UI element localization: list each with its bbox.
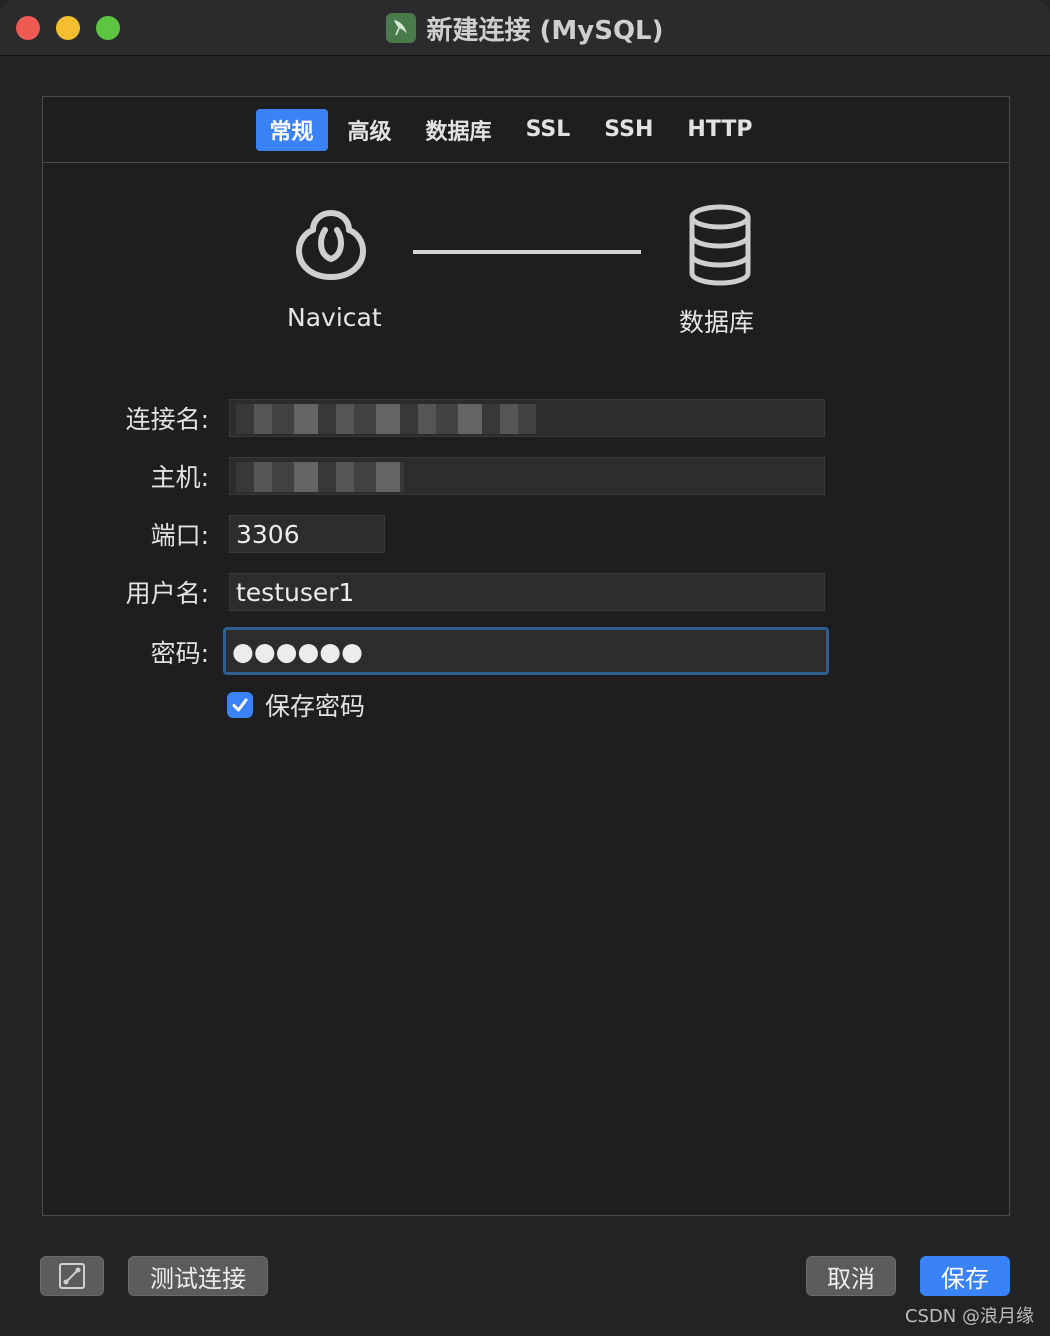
watermark: CSDN @浪月缘 bbox=[904, 1306, 1034, 1327]
save-button[interactable]: 保存 bbox=[920, 1256, 1010, 1296]
title-bar: 新建连接 (MySQL) bbox=[0, 0, 1050, 56]
connection-line bbox=[413, 250, 641, 254]
port-input[interactable]: 3306 bbox=[229, 515, 385, 553]
window-title-group: 新建连接 (MySQL) bbox=[0, 0, 1050, 56]
database-icon bbox=[689, 204, 751, 286]
connection-diagram: Navicat 数据库 bbox=[43, 197, 1009, 347]
host-label: 主机: bbox=[150, 463, 209, 492]
main-panel: 常规 高级 数据库 SSL SSH HTTP Navicat 数据库 连接名: … bbox=[42, 96, 1010, 1216]
tab-database[interactable]: 数据库 bbox=[412, 109, 506, 151]
connection-settings-icon bbox=[59, 1263, 85, 1289]
password-input[interactable]: ●●●●●● bbox=[223, 627, 829, 675]
test-connection-button[interactable]: 测试连接 bbox=[128, 1256, 268, 1296]
username-label: 用户名: bbox=[125, 579, 209, 608]
redacted-value bbox=[236, 462, 404, 492]
save-password-checkbox[interactable] bbox=[227, 692, 253, 718]
tab-ssl[interactable]: SSL bbox=[512, 109, 585, 151]
navicat-logo-icon bbox=[296, 210, 366, 280]
mysql-dolphin-icon bbox=[386, 13, 417, 43]
tab-advanced[interactable]: 高级 bbox=[334, 109, 406, 151]
tab-general[interactable]: 常规 bbox=[255, 108, 328, 151]
save-password-label: 保存密码 bbox=[265, 692, 366, 721]
checkmark-icon bbox=[232, 698, 248, 712]
connection-settings-button[interactable] bbox=[40, 1256, 104, 1296]
tab-ssh[interactable]: SSH bbox=[590, 109, 667, 151]
tabs: 常规 高级 数据库 SSL SSH HTTP bbox=[255, 108, 767, 151]
password-label: 密码: bbox=[150, 639, 209, 668]
connection-dialog-window: 新建连接 (MySQL) 常规 高级 数据库 SSL SSH HTTP Navi… bbox=[0, 0, 1050, 1336]
host-input[interactable] bbox=[229, 457, 825, 495]
save-password-row[interactable]: 保存密码 bbox=[227, 687, 365, 723]
redacted-value bbox=[236, 404, 536, 434]
navicat-label: Navicat bbox=[287, 303, 382, 332]
connection-name-label: 连接名: bbox=[125, 405, 209, 434]
port-label: 端口: bbox=[150, 521, 209, 550]
window-title: 新建连接 (MySQL) bbox=[426, 15, 664, 46]
connection-name-input[interactable] bbox=[229, 399, 825, 437]
tab-bar: 常规 高级 数据库 SSL SSH HTTP bbox=[43, 97, 1009, 163]
tab-http[interactable]: HTTP bbox=[673, 109, 766, 151]
cancel-button[interactable]: 取消 bbox=[806, 1256, 896, 1296]
database-label: 数据库 bbox=[679, 308, 755, 337]
username-input[interactable]: testuser1 bbox=[229, 573, 825, 611]
